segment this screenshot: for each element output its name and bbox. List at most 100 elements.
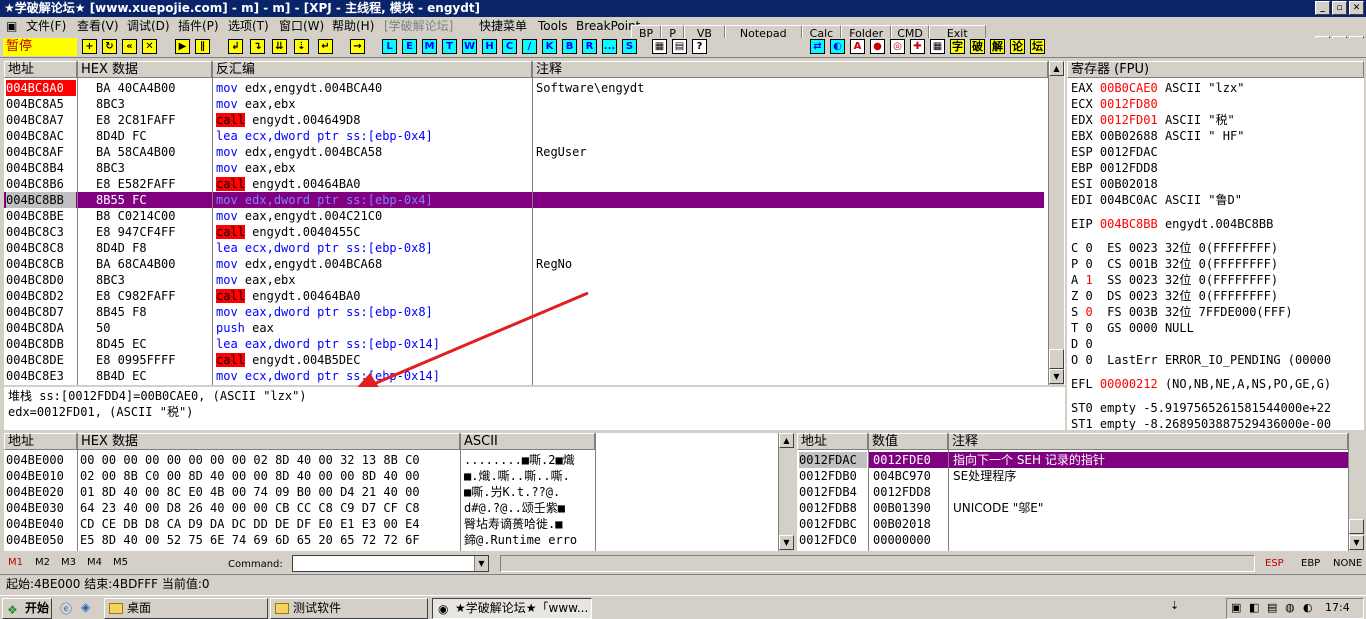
registers-pane[interactable]: 寄存器 (FPU) EAX 00B0CAE0 ASCII "lzx" ECX 0… <box>1067 61 1364 430</box>
quicklaunch-icon[interactable]: ◈ <box>81 600 90 614</box>
disasm-row[interactable]: 004BC8AF BA 58CA4B00 mov edx,engydt.004B… <box>4 144 1044 160</box>
trace-into-icon[interactable]: ⇊ <box>272 39 287 54</box>
plugin-icon-7[interactable]: ▦ <box>930 39 945 54</box>
toolbar-button-r[interactable]: R <box>582 39 597 54</box>
stack-pane[interactable]: 地址 数值 注释 0012FDAC 0012FDE0 指向下一个 SEH 记录的… <box>797 433 1364 551</box>
plugin-icon-5[interactable]: ◎ <box>890 39 905 54</box>
mark-m4[interactable]: M4 <box>87 557 102 568</box>
scroll-thumb[interactable] <box>1349 519 1364 534</box>
help-icon[interactable]: ? <box>692 39 707 54</box>
registers-header[interactable]: 寄存器 (FPU) <box>1067 61 1364 78</box>
menu-view[interactable]: 查看(V) <box>77 18 119 34</box>
plugin-icon-1[interactable]: ⇄ <box>810 39 825 54</box>
flag-c[interactable]: C 0 ES 0023 32位 0(FFFFFFFF) <box>1071 240 1278 256</box>
menu-tools[interactable]: Tools <box>538 18 568 34</box>
tray-icon-4[interactable]: ◍ <box>1285 601 1295 614</box>
toolbar-cn-lun[interactable]: 论 <box>1010 39 1025 54</box>
dump-row[interactable]: 004BE000 00 00 00 00 00 00 00 00 02 8D 4… <box>4 452 774 468</box>
register-ecx[interactable]: ECX 0012FD80 <box>1071 96 1158 112</box>
toolbar-button-l[interactable]: L <box>382 39 397 54</box>
register-edx[interactable]: EDX 0012FD01 ASCII "税" <box>1071 112 1235 128</box>
stack-scrollbar[interactable]: ▼ <box>1348 433 1364 551</box>
disasm-scrollbar[interactable]: ▲ ▼ <box>1048 61 1064 385</box>
register-ebp[interactable]: EBP 0012FDD8 <box>1071 160 1158 176</box>
disasm-row[interactable]: 004BC8E3 8B4D EC mov ecx,dword ptr ss:[e… <box>4 368 1044 384</box>
task-desktop[interactable]: 桌面 <box>104 598 268 619</box>
disasm-row[interactable]: 004BC8B4 8BC3 mov eax,ebx <box>4 160 1044 176</box>
mark-m3[interactable]: M3 <box>61 557 76 568</box>
toolbar-cn-jie[interactable]: 解 <box>990 39 1005 54</box>
menu-debug[interactable]: 调试(D) <box>127 18 170 34</box>
lang-icon[interactable]: ⇣ <box>1170 599 1179 612</box>
step-into-icon[interactable]: ↲ <box>228 39 243 54</box>
clock[interactable]: 17:4 <box>1325 601 1350 614</box>
dump-row[interactable]: 004BE010 02 00 8B C0 00 8D 40 00 00 8D 4… <box>4 468 774 484</box>
tray-icon-2[interactable]: ◧ <box>1249 601 1259 614</box>
chevron-down-icon[interactable]: ▼ <box>474 556 488 571</box>
restart-icon[interactable]: ↻ <box>102 39 117 54</box>
menu-forum[interactable]: [学破解论坛] <box>384 18 453 34</box>
dump-scrollbar[interactable]: ▲ ▼ <box>778 433 794 551</box>
flag-p[interactable]: P 0 CS 001B 32位 0(FFFFFFFF) <box>1071 256 1278 272</box>
mark-m1[interactable]: M1 <box>8 557 23 568</box>
stack-header-val[interactable]: 数值 <box>868 433 948 450</box>
step-over-icon[interactable]: ↴ <box>250 39 265 54</box>
command-input[interactable]: ▼ <box>292 555 489 572</box>
toolbar-cn-zi[interactable]: 字 <box>950 39 965 54</box>
volume-icon[interactable]: ◐ <box>1303 601 1313 614</box>
menu-plugins[interactable]: 插件(P) <box>178 18 219 34</box>
register-eip[interactable]: EIP 004BC8BB engydt.004BC8BB <box>1071 216 1273 232</box>
toolbar-button-b[interactable]: B <box>562 39 577 54</box>
list-icon[interactable]: ▤ <box>672 39 687 54</box>
disasm-row[interactable]: 004BC8A0 BA 40CA4B00 mov edx,engydt.004B… <box>4 80 1044 96</box>
stack-row[interactable]: 0012FDB4 0012FDD8 <box>797 484 1348 500</box>
stack-header-comment[interactable]: 注释 <box>948 433 1348 450</box>
toolbar-button-s[interactable]: S <box>622 39 637 54</box>
register-ebx[interactable]: EBX 00B02688 ASCII " HF" <box>1071 128 1244 144</box>
dump-row[interactable]: 004BE030 64 23 40 00 D8 26 40 00 00 CB C… <box>4 500 774 516</box>
disasm-row[interactable]: 004BC8D2 E8 C982FAFF call engydt.00464BA… <box>4 288 1044 304</box>
flag-z[interactable]: Z 0 DS 0023 32位 0(FFFFFFFF) <box>1071 288 1278 304</box>
scroll-down-icon[interactable]: ▼ <box>1049 369 1064 384</box>
toolbar-button-dots[interactable]: ... <box>602 39 617 54</box>
disasm-header-addr[interactable]: 地址 <box>4 61 77 78</box>
trace-over-icon[interactable]: ⇣ <box>294 39 309 54</box>
register-esp[interactable]: ESP 0012FDAC <box>1071 144 1158 160</box>
stack-row[interactable]: 0012FDB0 004BC970 SE处理程序 <box>797 468 1348 484</box>
toolbar-button-h[interactable]: H <box>482 39 497 54</box>
disasm-header-dis[interactable]: 反汇编 <box>212 61 532 78</box>
disasm-row[interactable]: 004BC8BB 8B55 FC mov edx,dword ptr ss:[e… <box>4 192 1044 208</box>
register-efl[interactable]: EFL 00000212 (NO,NB,NE,A,NS,PO,GE,G) <box>1071 376 1331 392</box>
disasm-row[interactable]: 004BC8B6 E8 E582FAFF call engydt.00464BA… <box>4 176 1044 192</box>
flag-a[interactable]: A 1 SS 0023 32位 0(FFFFFFFF) <box>1071 272 1278 288</box>
disasm-row[interactable]: 004BC8D0 8BC3 mov eax,ebx <box>4 272 1044 288</box>
disasm-row[interactable]: 004BC8AC 8D4D FC lea ecx,dword ptr ss:[e… <box>4 128 1044 144</box>
stack-row[interactable]: 0012FDBC 00B02018 <box>797 516 1348 532</box>
fpu-register[interactable]: ST1 empty -8.2689503887529436000e-00 <box>1071 416 1331 430</box>
toolbar-cn-po[interactable]: 破 <box>970 39 985 54</box>
toolbar-button-m[interactable]: M <box>422 39 437 54</box>
disasm-row[interactable]: 004BC8D7 8B45 F8 mov eax,dword ptr ss:[e… <box>4 304 1044 320</box>
dump-row[interactable]: 004BE020 01 8D 40 00 8C E0 4B 00 74 09 B… <box>4 484 774 500</box>
toolbar-button-t[interactable]: T <box>442 39 457 54</box>
run-icon[interactable]: ▶ <box>175 39 190 54</box>
minimize-icon[interactable]: _ <box>1315 1 1330 15</box>
goto-none-button[interactable]: NONE <box>1333 558 1362 569</box>
disasm-row[interactable]: 004BC8A5 8BC3 mov eax,ebx <box>4 96 1044 112</box>
register-eax[interactable]: EAX 00B0CAE0 ASCII "lzx" <box>1071 80 1244 96</box>
scroll-down-icon[interactable]: ▼ <box>779 535 794 550</box>
start-button[interactable]: ❖ 开始 <box>2 598 52 619</box>
menu-window[interactable]: 窗口(W) <box>279 18 324 34</box>
scroll-up-icon[interactable]: ▲ <box>1049 61 1064 76</box>
dump-header-hex[interactable]: HEX 数据 <box>77 433 460 450</box>
plugin-icon-2[interactable]: ◐ <box>830 39 845 54</box>
flag-o[interactable]: O 0 LastErr ERROR_IO_PENDING (00000 <box>1071 352 1331 368</box>
close-icon[interactable]: ✕ <box>1349 1 1364 15</box>
disasm-row[interactable]: 004BC8C3 E8 947CF4FF call engydt.0040455… <box>4 224 1044 240</box>
scroll-thumb[interactable] <box>1049 349 1064 369</box>
goto-icon[interactable]: → <box>350 39 365 54</box>
toolbar-button-w[interactable]: W <box>462 39 477 54</box>
plugin-icon-6[interactable]: ✚ <box>910 39 925 54</box>
toolbar-button-slash[interactable]: / <box>522 39 537 54</box>
disasm-pane[interactable]: 地址 HEX 数据 反汇编 注释 004BC8A0 BA 40CA4B00 mo… <box>4 61 1065 385</box>
